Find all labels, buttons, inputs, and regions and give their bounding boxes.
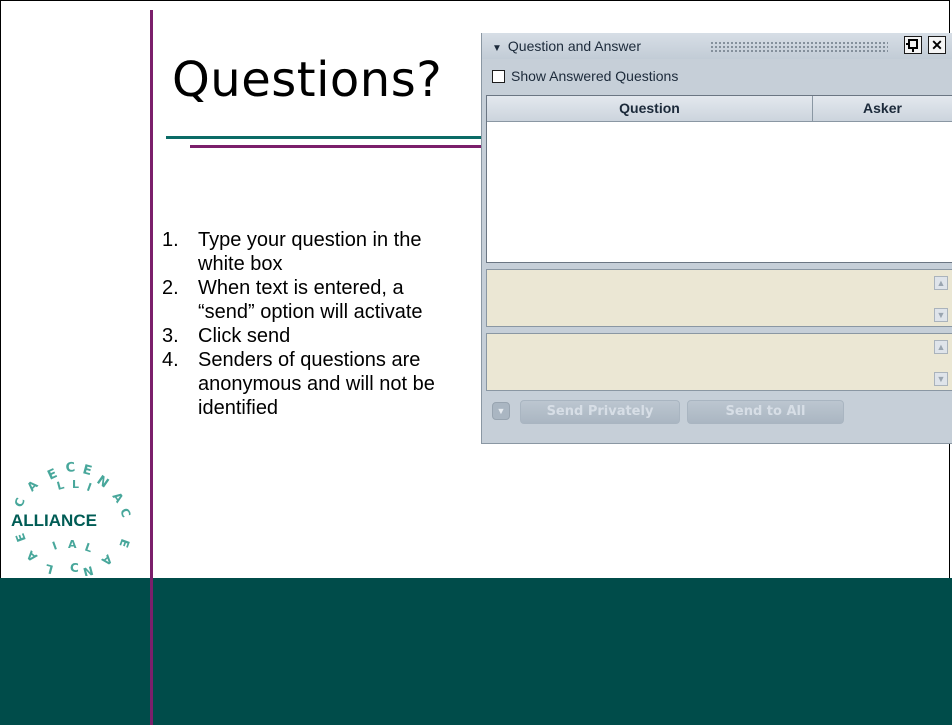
svg-text:C: C <box>70 561 79 575</box>
triangle-down-icon[interactable]: ▼ <box>492 43 502 54</box>
svg-text:I: I <box>51 539 59 553</box>
scroll-down-icon[interactable]: ▼ <box>934 308 948 322</box>
close-icon[interactable]: ✕ <box>928 36 946 54</box>
svg-text:I: I <box>85 481 93 495</box>
table-header: Question Asker <box>487 96 952 122</box>
show-answered-toggle[interactable]: Show Answered Questions <box>492 68 678 84</box>
questions-table[interactable]: Question Asker <box>486 95 952 263</box>
instruction-list: 1. Type your question in the white box 2.… <box>162 228 462 420</box>
drag-grip[interactable] <box>710 41 888 53</box>
svg-text:A: A <box>98 552 115 569</box>
pin-icon[interactable] <box>904 36 922 54</box>
alliance-logo: E C E N A A L L I C C E E A A L N C I A … <box>11 460 133 576</box>
panel-header[interactable]: ▼ Question and Answer ✕ <box>482 33 952 59</box>
panel-footer: ▼ Send Privately Send to All <box>482 391 952 443</box>
svg-text:A: A <box>23 547 40 564</box>
options-menu-icon[interactable]: ▼ <box>492 402 510 420</box>
svg-text:A: A <box>110 490 127 506</box>
svg-text:L: L <box>55 479 65 493</box>
column-header-question[interactable]: Question <box>487 96 813 121</box>
instruction-step: 1. Type your question in the white box <box>162 229 422 275</box>
scroll-up-icon[interactable]: ▲ <box>934 340 948 354</box>
title-rule-purple <box>190 145 484 148</box>
instruction-step: 2. When text is entered, a “send” option … <box>162 277 423 323</box>
title-rule-teal <box>166 136 484 139</box>
svg-text:L: L <box>83 541 94 556</box>
svg-text:A: A <box>24 477 41 494</box>
instruction-step: 3. Click send <box>162 325 291 347</box>
slide-title: Questions? <box>172 52 443 108</box>
send-privately-button[interactable]: Send Privately <box>520 400 680 424</box>
svg-text:C: C <box>65 460 76 476</box>
question-answer-panel: ▼ Question and Answer ✕ Show Answered Que… <box>481 33 952 444</box>
svg-text:A: A <box>68 538 77 551</box>
answer-input[interactable]: ▲ ▼ <box>486 333 952 391</box>
scroll-up-icon[interactable]: ▲ <box>934 276 948 290</box>
question-input[interactable]: ▲ ▼ <box>486 269 952 327</box>
scroll-down-icon[interactable]: ▼ <box>934 372 948 386</box>
svg-text:N: N <box>94 473 112 492</box>
panel-title[interactable]: ▼ Question and Answer <box>492 38 641 54</box>
logo-wordmark: ALLIANCE <box>11 511 97 530</box>
show-answered-checkbox[interactable] <box>492 69 505 83</box>
instruction-step: 4. Senders of questions are anonymous and… <box>162 349 435 419</box>
svg-text:N: N <box>82 563 95 576</box>
send-to-all-button[interactable]: Send to All <box>687 400 844 424</box>
column-header-asker[interactable]: Asker <box>813 96 952 121</box>
svg-text:L: L <box>43 561 54 576</box>
svg-text:E: E <box>116 537 132 549</box>
svg-text:E: E <box>13 531 29 543</box>
show-answered-label: Show Answered Questions <box>511 68 679 84</box>
vertical-divider <box>150 10 153 725</box>
svg-text:C: C <box>12 496 28 509</box>
bottom-band <box>0 578 952 725</box>
svg-text:E: E <box>81 462 93 479</box>
svg-text:C: C <box>117 506 133 519</box>
svg-text:L: L <box>72 478 79 491</box>
